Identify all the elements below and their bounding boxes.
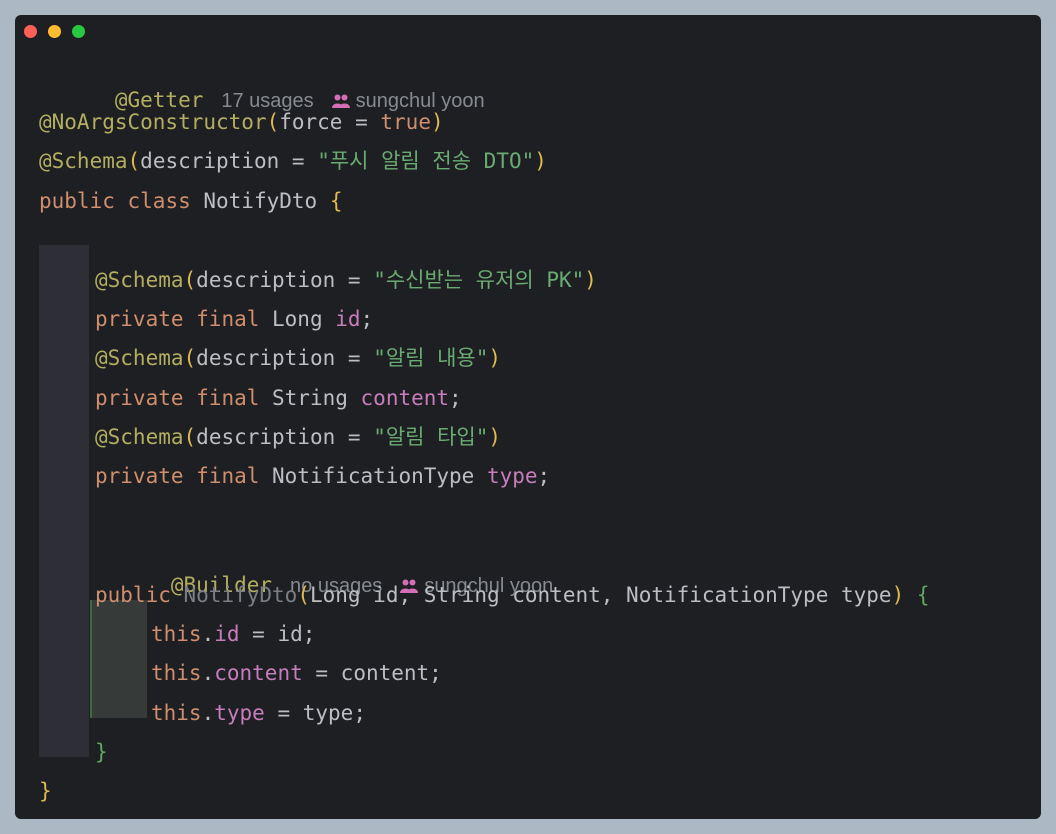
argument: description = [196,425,374,449]
argument: description = [196,346,374,370]
brace: { [329,189,343,213]
code-line-3: @Schema(description = "푸시 알림 전송 DTO") [39,146,547,176]
paren: ) [430,110,444,134]
brace: } [39,779,52,803]
paren: ( [266,110,280,134]
paren: ) [584,268,597,292]
semicolon: ; [360,307,374,331]
argument: description = [140,149,318,173]
code-line-10: @Schema(description = "알림 타입") [95,422,501,452]
type-name: String [272,386,361,410]
string-value: "수신받는 유저의 PK" [373,268,585,292]
string-value: "알림 내용" [373,346,489,370]
paren: ( [297,583,310,607]
paren: ) [891,583,917,607]
keyword: final [196,307,273,331]
brace: { [916,583,930,607]
field-name: id [214,622,240,646]
dot: . [201,701,215,725]
class-name: NotifyDto [203,189,330,213]
users-icon [331,94,350,108]
paren: ( [127,149,141,173]
keyword: private [95,464,197,488]
paren: ( [183,346,197,370]
code-line-7: private final Long id; [95,304,373,334]
keyword: public [39,189,128,213]
field-name: id [335,307,361,331]
semicolon: ; [537,464,551,488]
code-line-17: this.type = type; [151,698,366,728]
argument: force = [279,110,381,134]
annotation: @Schema [95,425,184,449]
code-line-2: @NoArgsConstructor(force = true) [39,107,444,137]
this-keyword: this [151,622,202,646]
code-line-18: } [95,737,108,767]
class-scope-highlight [39,245,89,757]
dot: . [201,622,215,646]
brace: } [95,740,108,764]
keyword: public [95,583,184,607]
assignment: = type; [264,701,366,725]
value: true [380,110,431,134]
annotation: @Schema [95,268,184,292]
argument: description = [196,268,374,292]
annotation: @Schema [95,346,184,370]
keyword: final [196,386,273,410]
keyword: private [95,307,197,331]
field-name: type [486,464,538,488]
type-name: NotificationType [272,464,487,488]
code-line-14: public NotifyDto(Long id, String content… [95,580,930,610]
code-editor[interactable]: @Getter 17 usages sungchul yoon @NoArgsCon… [15,15,1041,819]
dot: . [201,661,215,685]
code-line-15: this.id = id; [151,619,315,649]
constructor-name: NotifyDto [183,583,298,607]
semicolon: ; [449,386,462,410]
assignment: = id; [239,622,316,646]
assignment: = content; [302,661,442,685]
this-keyword: this [151,701,202,725]
code-line-16: this.content = content; [151,658,442,688]
keyword: final [196,464,273,488]
code-line-1: @Getter 17 usages sungchul yoon [39,55,485,112]
code-line-9: private final String content; [95,383,462,413]
code-line-6: @Schema(description = "수신받는 유저의 PK") [95,265,597,295]
paren: ) [488,346,502,370]
keyword: private [95,386,197,410]
annotation: @Schema [39,149,128,173]
annotation: @NoArgsConstructor [39,110,267,134]
keyword: class [127,189,204,213]
code-line-8: @Schema(description = "알림 내용") [95,343,501,373]
string-value: "푸시 알림 전송 DTO" [317,149,535,173]
editor-window: @Getter 17 usages sungchul yoon @NoArgsCon… [15,15,1041,819]
paren: ( [183,268,197,292]
code-line-11: private final NotificationType type; [95,461,550,491]
paren: ) [534,149,547,173]
parameters: Long id, String content, NotificationTyp… [309,583,892,607]
this-keyword: this [151,661,202,685]
field-name: type [214,701,265,725]
code-line-13: @Builder no usages sungchul yoon [95,540,553,597]
string-value: "알림 타입" [373,425,489,449]
paren: ) [488,425,502,449]
paren: ( [183,425,197,449]
code-line-4: public class NotifyDto { [39,186,342,216]
type-name: Long [272,307,336,331]
code-line-19: } [39,776,52,806]
field-name: content [214,661,303,685]
field-name: content [360,386,450,410]
